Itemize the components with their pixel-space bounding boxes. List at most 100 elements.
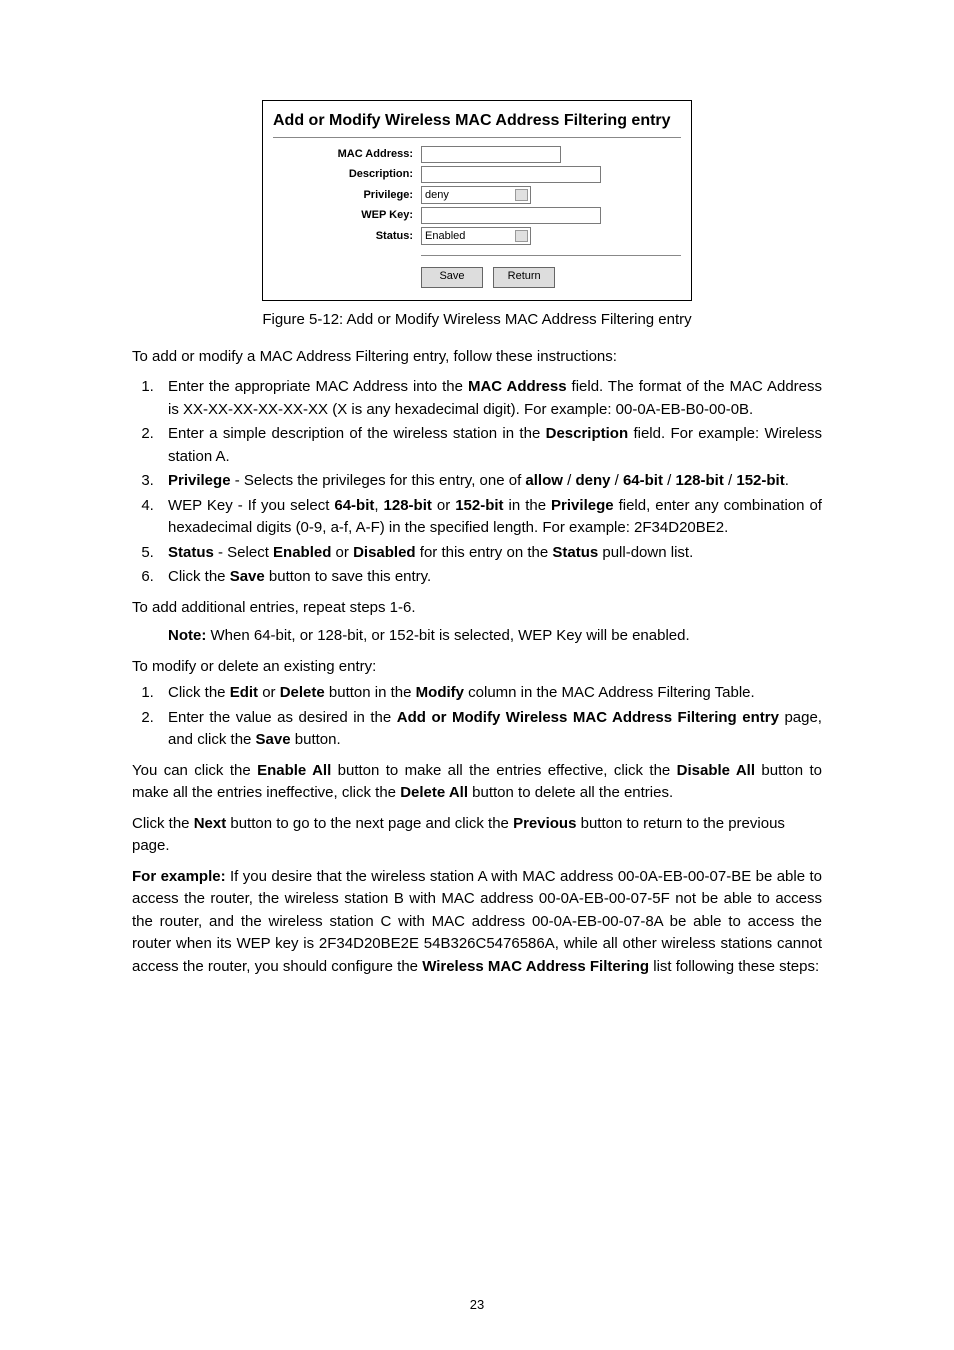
text: or <box>432 497 455 514</box>
page-number: 23 <box>0 1295 954 1315</box>
bold: Description <box>546 425 629 442</box>
bold: 128-bit <box>384 497 432 514</box>
main-steps-list: Enter the appropriate MAC Address into t… <box>132 376 822 589</box>
bold: 152-bit <box>455 497 503 514</box>
step-5: Status - Select Enabled or Disabled for … <box>158 542 822 565</box>
bold: 128-bit <box>676 472 724 489</box>
save-button[interactable]: Save <box>421 267 483 288</box>
bold: 64-bit <box>623 472 663 489</box>
step-2: Enter a simple description of the wirele… <box>158 423 822 468</box>
label-status: Status: <box>273 228 421 245</box>
text: Enter the value as desired in the <box>168 709 397 726</box>
row-priv: Privilege: deny <box>273 186 681 204</box>
text: for this entry on the <box>416 544 553 561</box>
bold: Delete All <box>400 784 468 801</box>
text: Click the <box>168 684 230 701</box>
input-desc[interactable] <box>421 166 601 183</box>
text: column in the MAC Address Filtering Tabl… <box>464 684 755 701</box>
figure-divider <box>273 137 681 138</box>
bold: Previous <box>513 815 576 832</box>
bold: Status <box>552 544 598 561</box>
bold: Disable All <box>677 762 755 779</box>
text: button to go to the next page and click … <box>226 815 513 832</box>
bold: Delete <box>280 684 325 701</box>
text: Click the <box>168 568 230 585</box>
bold: Privilege <box>551 497 614 514</box>
label-priv: Privilege: <box>273 187 421 204</box>
example-tail: list following these steps: <box>649 958 819 975</box>
bold: Modify <box>416 684 464 701</box>
bold: 152-bit <box>736 472 784 489</box>
text: pull-down list. <box>598 544 693 561</box>
step-1: Enter the appropriate MAC Address into t… <box>158 376 822 421</box>
row-wep: WEP Key: <box>273 207 681 224</box>
bold: Save <box>230 568 265 585</box>
text: button to make all the entries effective… <box>331 762 676 779</box>
figure-box: Add or Modify Wireless MAC Address Filte… <box>262 100 692 301</box>
bold: Enable All <box>257 762 331 779</box>
text: Click the <box>132 815 194 832</box>
example-label: For example: <box>132 868 226 885</box>
text: / <box>724 472 737 489</box>
step-4: WEP Key - If you select 64-bit, 128-bit … <box>158 495 822 540</box>
text: You can click the <box>132 762 257 779</box>
example-bold: Wireless MAC Address Filtering <box>422 958 649 975</box>
modify-step-1: Click the Edit or Delete button in the M… <box>158 682 822 705</box>
label-desc: Description: <box>273 166 421 183</box>
text: button to save this entry. <box>265 568 431 585</box>
text: , <box>374 497 383 514</box>
select-priv[interactable]: deny <box>421 186 531 204</box>
nav-para: Click the Next button to go to the next … <box>132 813 822 858</box>
figure-caption: Figure 5-12: Add or Modify Wireless MAC … <box>132 309 822 332</box>
note-line: Note: When 64-bit, or 128-bit, or 152-bi… <box>168 625 822 648</box>
input-mac[interactable] <box>421 146 561 163</box>
bold: MAC Address <box>468 378 567 395</box>
label-mac: MAC Address: <box>273 146 421 163</box>
row-status: Status: Enabled <box>273 227 681 245</box>
bold: Add or Modify Wireless MAC Address Filte… <box>397 709 779 726</box>
bold: Next <box>194 815 227 832</box>
enable-para: You can click the Enable All button to m… <box>132 760 822 805</box>
text: or <box>258 684 280 701</box>
text: button. <box>291 731 341 748</box>
text: in the <box>504 497 551 514</box>
row-desc: Description: <box>273 166 681 183</box>
text: - Selects the privileges for this entry,… <box>231 472 526 489</box>
select-priv-value: deny <box>425 187 449 204</box>
add-repeat: To add additional entries, repeat steps … <box>132 597 822 620</box>
text: / <box>663 472 676 489</box>
intro-text: To add or modify a MAC Address Filtering… <box>132 346 822 369</box>
bold: 64-bit <box>334 497 374 514</box>
bold: Status <box>168 544 214 561</box>
modify-steps-list: Click the Edit or Delete button in the M… <box>132 682 822 752</box>
figure-box-title: Add or Modify Wireless MAC Address Filte… <box>273 109 681 133</box>
input-wep[interactable] <box>421 207 601 224</box>
modify-intro: To modify or delete an existing entry: <box>132 656 822 679</box>
bold: allow <box>525 472 563 489</box>
text: button in the <box>325 684 416 701</box>
text: WEP Key - If you select <box>168 497 334 514</box>
select-status-value: Enabled <box>425 228 465 245</box>
text: . <box>785 472 789 489</box>
step-3: Privilege - Selects the privileges for t… <box>158 470 822 493</box>
text: Enter a simple description of the wirele… <box>168 425 546 442</box>
bold: Save <box>256 731 291 748</box>
example-para: For example: If you desire that the wire… <box>132 866 822 979</box>
label-wep: WEP Key: <box>273 207 421 224</box>
select-status[interactable]: Enabled <box>421 227 531 245</box>
text: / <box>563 472 576 489</box>
text: button to delete all the entries. <box>468 784 673 801</box>
bold: deny <box>575 472 610 489</box>
step-6: Click the Save button to save this entry… <box>158 566 822 589</box>
text: or <box>331 544 353 561</box>
note-label: Note: <box>168 627 206 644</box>
text: - Select <box>214 544 273 561</box>
modify-step-2: Enter the value as desired in the Add or… <box>158 707 822 752</box>
note-text: When 64-bit, or 128-bit, or 152-bit is s… <box>206 627 689 644</box>
text: / <box>610 472 623 489</box>
row-mac: MAC Address: <box>273 146 681 163</box>
bold: Privilege <box>168 472 231 489</box>
bold: Disabled <box>353 544 416 561</box>
figure-buttons: Save Return <box>421 255 681 288</box>
return-button[interactable]: Return <box>493 267 555 288</box>
